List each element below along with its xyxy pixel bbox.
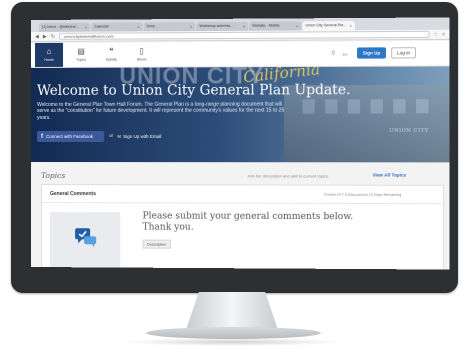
hero-banner: UNION CITY California Welcome to Union C… [31, 66, 450, 163]
topic-card-thumbnail [50, 212, 121, 270]
building-window [347, 99, 361, 114]
close-icon[interactable]: × [85, 25, 87, 30]
connect-facebook-button[interactable]: f Connect with Facebook [36, 130, 105, 142]
monitor-stand-neck [186, 292, 278, 330]
close-icon[interactable]: × [137, 24, 139, 29]
stage: (1) Inbox - @willclear... × Calendar × Dri… [0, 0, 462, 349]
address-bar[interactable]: unioncitytownhallforum.com [58, 30, 430, 40]
browser-tab-label: Workshop submiss... [199, 23, 234, 29]
nav-item-label: About [136, 57, 147, 62]
browser-tab-active[interactable]: Union City General Pla... × [302, 21, 355, 31]
sign-up-email-link[interactable]: ✉ Sign Up with Email [117, 131, 161, 142]
browser-tab[interactable]: Workshop submiss... × [196, 21, 249, 32]
divider [41, 202, 446, 205]
nav-item-home[interactable]: ⌂ Home [34, 42, 64, 67]
connect-facebook-label: Connect with Facebook [46, 133, 94, 139]
topic-card-prompt: Please submit your general comments belo… [142, 211, 354, 233]
hero-description: Welcome to the General Plan Town Hall Fo… [36, 101, 285, 121]
topics-heading: Topics [40, 171, 66, 181]
monitor-screen: (1) Inbox - @willclear... × Calendar × Dri… [31, 17, 450, 270]
reload-icon[interactable]: ↻ [51, 33, 55, 39]
nav-item-about[interactable]: ▯ About [127, 42, 155, 66]
activity-icon: ❝ [109, 46, 114, 56]
nav-item-label: Topics [76, 57, 87, 62]
facebook-icon: f [40, 133, 43, 140]
sign-up-email-label: Sign Up with Email [123, 133, 162, 139]
browser-tab[interactable]: Calendar × [91, 22, 143, 32]
bookmark-star-icon[interactable]: ☆ [433, 31, 438, 37]
building-window [393, 99, 406, 114]
nav-item-label: Home [44, 57, 54, 62]
forward-arrow-icon[interactable]: ▶ [43, 33, 47, 39]
browser-tab[interactable]: Website - Mobile × [249, 21, 302, 31]
topic-card-meta: Posted 24 T 0 Discussions 10 Days Remain… [324, 192, 402, 197]
log-in-button[interactable]: Log In [391, 47, 417, 59]
building-sign: UNION CITY [389, 127, 429, 134]
nav-item-activity[interactable]: ❝ Activity [97, 43, 125, 67]
close-icon[interactable]: × [349, 23, 351, 28]
menu-icon[interactable]: ≡ [442, 31, 445, 37]
browser-tab-label: Union City General Pla... [305, 23, 347, 28]
comment-bubbles-icon [74, 227, 96, 247]
building-window [416, 99, 429, 114]
or-separator: or [109, 132, 114, 138]
browser-tab-label: (1) Inbox - @willclear... [41, 24, 79, 29]
building-window [325, 99, 338, 114]
view-all-topics-link[interactable]: View All Topics [373, 172, 407, 177]
hero-title: Welcome to Union City General Plan Updat… [36, 82, 351, 99]
topic-card-title[interactable]: General Comments [50, 191, 96, 197]
home-icon: ⌂ [46, 46, 52, 56]
nav-item-label: Activity [105, 57, 117, 62]
sign-up-button[interactable]: Sign Up [357, 47, 386, 59]
site-header: ⌂ Home ▤ Topics ❝ Activity ▯ About ⚲ En … [31, 40, 450, 68]
building-window [370, 99, 383, 114]
back-arrow-icon[interactable]: ◀ [35, 33, 39, 39]
browser-tab-label: Website - Mobile [252, 23, 280, 28]
description-button[interactable]: Description [142, 239, 171, 249]
browser-tab-label: Drive [146, 24, 156, 29]
browser-tab[interactable]: Drive × [143, 22, 196, 32]
browser-tab[interactable]: (1) Inbox - @willclear... × [38, 22, 91, 32]
topics-join-text: Join the discussion and add to current t… [247, 173, 330, 179]
close-icon[interactable]: × [243, 24, 245, 29]
email-icon: ✉ [117, 133, 122, 139]
close-icon[interactable]: × [190, 24, 192, 29]
building-window [302, 99, 315, 114]
close-icon[interactable]: × [296, 23, 298, 28]
language-selector[interactable]: En [343, 52, 348, 57]
nav-item-topics[interactable]: ▤ Topics [67, 43, 95, 67]
topics-section: Topics Join the discussion and add to cu… [31, 162, 450, 270]
topics-icon: ▤ [77, 46, 85, 56]
monitor-shadow [120, 338, 345, 346]
topic-card[interactable]: General Comments Posted 24 T 0 Discussio… [40, 184, 446, 270]
browser-tab-label: Calendar [94, 24, 109, 29]
about-icon: ▯ [139, 46, 144, 56]
monitor-bezel: (1) Inbox - @willclear... × Calendar × Dri… [11, 2, 458, 293]
browser-toolbar: ◀ ▶ ↻ unioncitytownhallforum.com ☆ ≡ [31, 29, 450, 42]
search-icon[interactable]: ⚲ [331, 51, 335, 57]
